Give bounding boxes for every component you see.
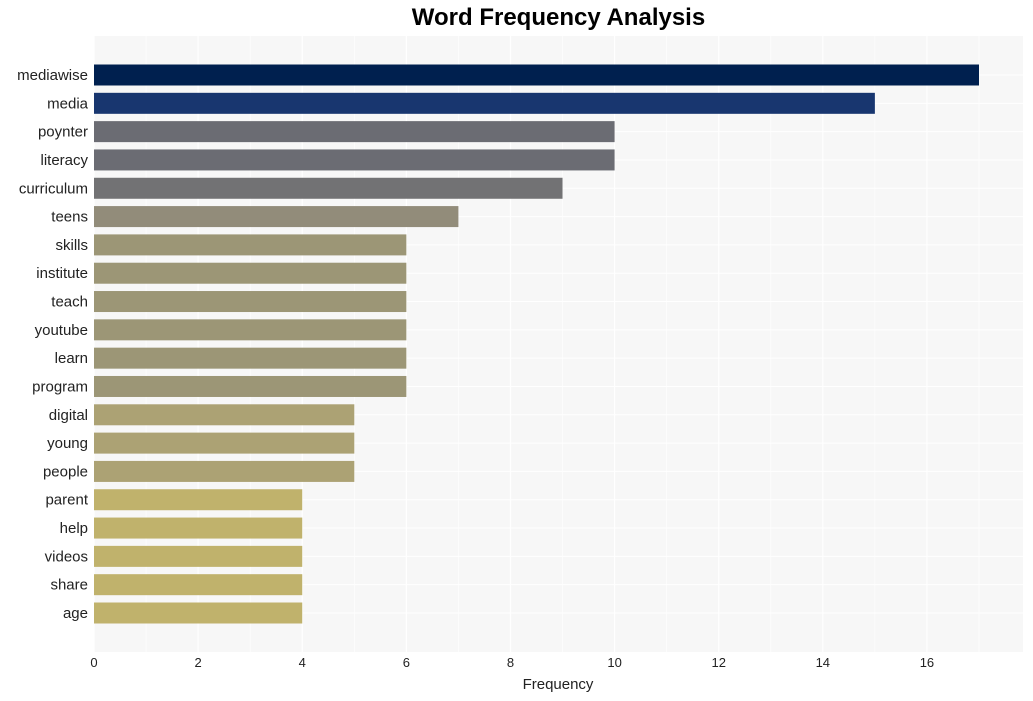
- x-tick-label: 6: [403, 655, 410, 670]
- x-tick-label: 16: [920, 655, 934, 670]
- x-axis-title: Frequency: [523, 676, 594, 693]
- bar-teach: [94, 291, 407, 313]
- bar-poynter: [94, 121, 615, 143]
- bar-videos: [94, 545, 303, 567]
- bar-parent: [94, 489, 303, 511]
- x-tick-label: 10: [607, 655, 621, 670]
- category-label: institute: [36, 265, 88, 282]
- bar-help: [94, 517, 303, 539]
- category-label: people: [43, 463, 88, 480]
- bar-digital: [94, 404, 355, 426]
- bar-share: [94, 574, 303, 596]
- category-label: help: [60, 520, 88, 537]
- category-labels: mediawise media poynter literacy curriculum t…: [17, 67, 89, 622]
- category-label: literacy: [40, 152, 88, 169]
- bar-curriculum: [94, 177, 563, 199]
- x-tick-label: 2: [195, 655, 202, 670]
- bar-chart: mediawise media poynter literacy curriculum t…: [17, 36, 1023, 693]
- category-label: digital: [49, 407, 88, 424]
- x-tick-label: 0: [90, 655, 97, 670]
- bar-mediawise: [94, 64, 979, 86]
- category-label: young: [47, 435, 88, 452]
- bar-program: [94, 375, 407, 397]
- category-label: curriculum: [19, 180, 88, 197]
- bar-literacy: [94, 149, 615, 171]
- bar-youtube: [94, 319, 407, 341]
- x-tick-label: 14: [816, 655, 830, 670]
- category-label: media: [47, 95, 89, 112]
- x-tick-labels: 0 2 4 6 8 10 12 14 16: [90, 655, 934, 670]
- category-label: share: [50, 577, 88, 594]
- bar-teens: [94, 206, 459, 228]
- category-label: teach: [51, 294, 88, 311]
- category-label: skills: [56, 237, 89, 254]
- bar-learn: [94, 347, 407, 369]
- x-tick-label: 4: [299, 655, 306, 670]
- x-tick-label: 8: [507, 655, 514, 670]
- category-label: teens: [51, 209, 88, 226]
- category-label: parent: [45, 492, 88, 509]
- bar-people: [94, 460, 355, 482]
- x-tick-label: 12: [711, 655, 725, 670]
- category-label: videos: [45, 548, 88, 565]
- bar-age: [94, 602, 303, 624]
- category-label: poynter: [38, 124, 88, 141]
- category-label: youtube: [35, 322, 88, 339]
- category-label: learn: [55, 350, 88, 367]
- bar-institute: [94, 262, 407, 284]
- category-label: program: [32, 378, 88, 395]
- category-label: age: [63, 605, 88, 622]
- category-label: mediawise: [17, 67, 88, 84]
- bar-young: [94, 432, 355, 454]
- bar-media: [94, 92, 875, 114]
- bar-skills: [94, 234, 407, 256]
